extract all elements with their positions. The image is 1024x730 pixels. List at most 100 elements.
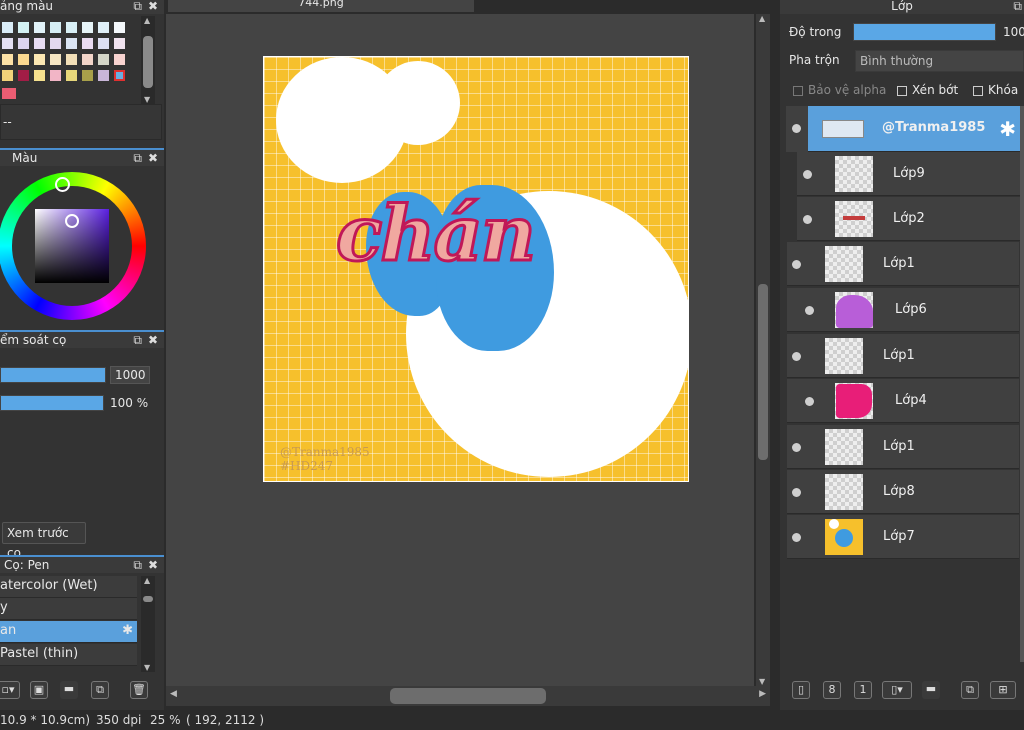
- swatch[interactable]: [66, 54, 77, 65]
- brush-opacity-slider[interactable]: [0, 395, 104, 411]
- layer-row[interactable]: Lớp1: [787, 334, 1019, 378]
- new-8bit-layer-icon[interactable]: 8: [823, 681, 841, 699]
- layer-row-selected[interactable]: @Tranma1985 ✱: [786, 106, 1020, 152]
- lock-checkbox[interactable]: Khóa: [973, 83, 1018, 97]
- protect-alpha-checkbox[interactable]: Bảo vệ alpha: [793, 83, 886, 97]
- swatch[interactable]: [114, 22, 125, 33]
- swatch[interactable]: [18, 70, 29, 81]
- eye-icon[interactable]: [792, 443, 801, 452]
- swatch[interactable]: [34, 70, 45, 81]
- swatch[interactable]: [66, 22, 77, 33]
- popout-icon[interactable]: ⧉: [133, 0, 142, 13]
- swatch[interactable]: [34, 54, 45, 65]
- blend-mode-select[interactable]: Bình thường: [855, 50, 1024, 72]
- swatch[interactable]: [2, 54, 13, 65]
- swatch[interactable]: [34, 38, 45, 49]
- brush-size-slider[interactable]: [0, 367, 106, 383]
- swatch[interactable]: [50, 22, 61, 33]
- trash-icon[interactable]: 🗑: [130, 681, 148, 699]
- eye-icon[interactable]: [792, 533, 801, 542]
- swatch[interactable]: [2, 88, 16, 99]
- swatch[interactable]: [34, 22, 45, 33]
- eye-icon[interactable]: [792, 488, 801, 497]
- popout-icon[interactable]: ⧉: [133, 333, 142, 347]
- swatch[interactable]: [2, 70, 13, 81]
- brush-item-selected[interactable]: an ✱: [0, 621, 137, 643]
- eye-icon[interactable]: [805, 306, 814, 315]
- brush-item[interactable]: y: [0, 598, 137, 620]
- merge-down-icon[interactable]: ⊞: [990, 681, 1016, 699]
- swatch[interactable]: [98, 54, 109, 65]
- swatch[interactable]: [66, 38, 77, 49]
- popout-icon[interactable]: ⧉: [133, 151, 142, 165]
- eye-icon[interactable]: [803, 215, 812, 224]
- hue-picker-ring[interactable]: [55, 177, 70, 192]
- swatch[interactable]: [82, 54, 93, 65]
- canvas-hscrollbar[interactable]: ◀ ▶: [166, 686, 770, 706]
- close-icon[interactable]: ✖: [148, 558, 158, 572]
- eye-icon[interactable]: [792, 124, 801, 133]
- layer-row[interactable]: Lớp4: [787, 379, 1019, 423]
- swatch[interactable]: [82, 70, 93, 81]
- swatch[interactable]: [82, 22, 93, 33]
- brush-item[interactable]: atercolor (Wet): [0, 576, 137, 598]
- new-brush-icon[interactable]: ▫▾: [0, 681, 20, 699]
- artwork[interactable]: chán @Tranma1985 #HD247: [263, 56, 689, 482]
- close-icon[interactable]: ✖: [148, 0, 158, 13]
- eye-icon[interactable]: [803, 170, 812, 179]
- popout-icon[interactable]: ⧉: [133, 558, 142, 572]
- layer-row[interactable]: Lớp1: [787, 242, 1019, 286]
- swatch[interactable]: [18, 22, 29, 33]
- layer-opacity-slider[interactable]: [853, 23, 996, 41]
- swatch[interactable]: [82, 38, 93, 49]
- swatch[interactable]: [98, 22, 109, 33]
- layer-row[interactable]: Lớp2: [797, 197, 1020, 241]
- brush-settings-icon[interactable]: ▣: [30, 681, 48, 699]
- clipping-checkbox[interactable]: Xén bớt: [897, 83, 958, 97]
- brush-item[interactable]: Pastel (thin): [0, 644, 137, 666]
- new-1bit-layer-icon[interactable]: 1: [854, 681, 872, 699]
- eye-icon[interactable]: [792, 352, 801, 361]
- brush-list-scrollbar[interactable]: ▲ ▼: [141, 576, 155, 672]
- palette-scrollbar[interactable]: ▲ ▼: [141, 16, 155, 104]
- folder-icon[interactable]: ▬: [922, 681, 940, 699]
- layer-row[interactable]: Lớp8: [787, 470, 1019, 514]
- eye-icon[interactable]: [792, 260, 801, 269]
- layer-row[interactable]: Lớp9: [797, 152, 1020, 196]
- brush-size-value[interactable]: 1000: [110, 366, 150, 384]
- layer-row[interactable]: Lớp7: [787, 515, 1019, 559]
- sv-picker-ring[interactable]: [65, 214, 79, 228]
- swatch[interactable]: [18, 54, 29, 65]
- close-icon[interactable]: ✖: [148, 151, 158, 165]
- checkbox-box[interactable]: [897, 85, 907, 96]
- swatch[interactable]: [66, 70, 77, 81]
- canvas-vscrollbar[interactable]: ▲ ▼: [756, 14, 770, 686]
- swatch[interactable]: [50, 38, 61, 49]
- duplicate-icon[interactable]: ⧉: [961, 681, 979, 699]
- checkbox-box[interactable]: [793, 85, 803, 96]
- popout-icon[interactable]: ⧉: [1013, 0, 1022, 13]
- swatch[interactable]: [98, 38, 109, 49]
- gear-icon[interactable]: ✱: [122, 621, 133, 641]
- gear-icon[interactable]: ✱: [999, 117, 1016, 141]
- duplicate-icon[interactable]: ⧉: [91, 681, 109, 699]
- swatch[interactable]: [18, 38, 29, 49]
- brush-preview-button[interactable]: Xem trước cọ: [2, 522, 86, 560]
- checkbox-box[interactable]: [973, 85, 983, 96]
- swatch[interactable]: [50, 54, 61, 65]
- folder-icon[interactable]: ▬: [60, 681, 78, 699]
- swatch[interactable]: [2, 22, 13, 33]
- eye-icon[interactable]: [805, 397, 814, 406]
- add-layer-dropdown-icon[interactable]: ▯▾: [882, 681, 912, 699]
- new-layer-icon[interactable]: ▯: [792, 681, 810, 699]
- layer-row[interactable]: Lớp1: [787, 425, 1019, 469]
- swatch[interactable]: [114, 54, 125, 65]
- layers-scrollbar[interactable]: [1020, 106, 1024, 662]
- swatch[interactable]: [114, 38, 125, 49]
- layer-row[interactable]: Lớp6: [787, 288, 1019, 332]
- swatch[interactable]: [2, 38, 13, 49]
- close-icon[interactable]: ✖: [148, 333, 158, 347]
- canvas-tab[interactable]: 744.png: [168, 0, 474, 12]
- swatch-selected[interactable]: [114, 70, 125, 81]
- swatch[interactable]: [98, 70, 109, 81]
